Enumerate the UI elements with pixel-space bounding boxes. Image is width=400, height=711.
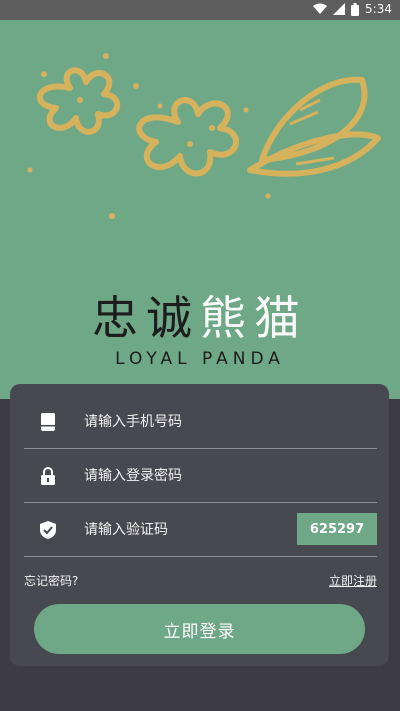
login-button[interactable]: 立即登录 — [34, 604, 365, 654]
status-bar: 5:34 — [0, 0, 400, 20]
register-link[interactable]: 立即注册 — [329, 572, 377, 589]
password-input[interactable]: 请输入登录密码 — [84, 465, 182, 485]
wifi-icon — [313, 3, 328, 14]
phone-icon — [41, 413, 55, 431]
app-subtitle: LOYAL PANDA — [115, 349, 285, 369]
signal-icon — [333, 3, 346, 15]
battery-icon — [351, 2, 360, 16]
app-title-part-2: 熊猫 — [200, 291, 308, 345]
app-title: 忠诚熊猫 — [0, 282, 400, 348]
phone-field[interactable]: 请输入手机号码 — [24, 396, 377, 449]
forgot-password-link[interactable]: 忘记密码? — [24, 572, 78, 589]
status-time: 5:34 — [365, 2, 392, 16]
verification-input[interactable]: 请输入验证码 — [84, 519, 168, 539]
verification-field[interactable]: 请输入验证码 625297 — [24, 504, 377, 557]
app-title-part-1: 忠诚 — [92, 291, 200, 345]
lock-icon — [41, 467, 55, 485]
login-card: 请输入手机号码 请输入登录密码 请输入验证码 625297 忘记密码? 立即注册… — [10, 384, 389, 666]
verification-code-button[interactable]: 625297 — [297, 513, 377, 545]
flower-illustration — [27, 53, 381, 219]
shield-check-icon — [40, 521, 56, 539]
password-field[interactable]: 请输入登录密码 — [24, 450, 377, 503]
status-icons: 5:34 — [313, 2, 392, 16]
phone-input[interactable]: 请输入手机号码 — [84, 411, 182, 431]
hero-banner: 忠诚熊猫 LOYAL PANDA — [0, 20, 400, 399]
